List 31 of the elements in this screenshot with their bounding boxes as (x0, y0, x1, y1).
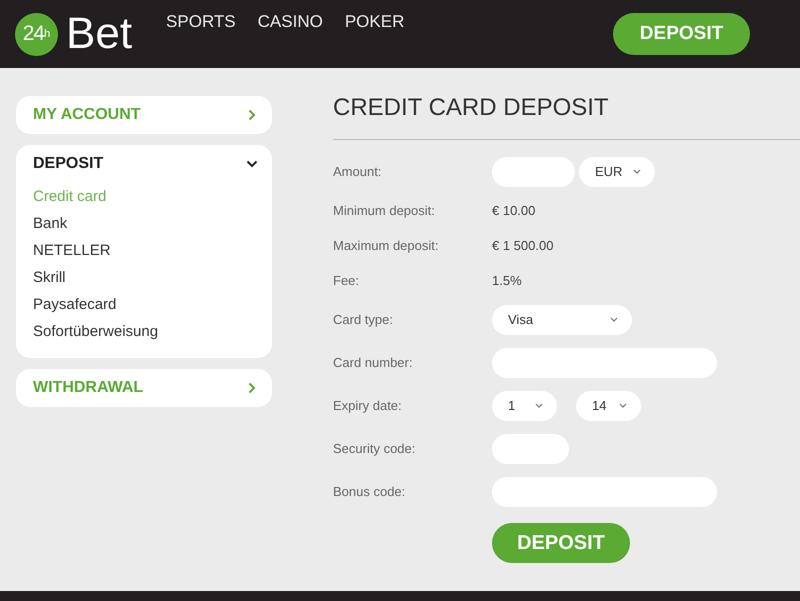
field-label: Card number: (333, 355, 414, 370)
field-label: Expiry date: (333, 398, 403, 413)
dropdown[interactable]: 14 (576, 390, 641, 420)
field-value: € 10.00 (492, 203, 536, 218)
chevron-down-icon (619, 403, 627, 408)
field-label: Minimum deposit: (333, 203, 436, 218)
chevron-down-icon (535, 403, 543, 408)
dropdown[interactable]: Visa (492, 304, 632, 334)
chevron-down-icon (633, 169, 641, 174)
sidebar-section-header[interactable]: DEPOSIT (16, 145, 272, 183)
logo-text[interactable]: Bet (66, 12, 132, 56)
sidebar-item[interactable]: Bank (33, 210, 68, 237)
nav-link[interactable]: CASINO (258, 11, 323, 33)
field-label: Bonus code: (333, 484, 406, 499)
sidebar-item[interactable]: Sofortüberweisung (33, 318, 158, 345)
sidebar-item[interactable]: Skrill (33, 264, 66, 291)
field-label: Fee: (333, 273, 360, 288)
field-value: 1.5% (492, 273, 522, 288)
page-title: CREDIT CARD DEPOSIT (333, 96, 610, 120)
chevron-down-icon (610, 317, 618, 322)
field-value: € 1 500.00 (492, 238, 554, 253)
nav-link[interactable]: POKER (344, 11, 404, 33)
field-label: Maximum deposit: (333, 238, 440, 253)
sidebar-item[interactable]: Paysafecard (33, 291, 116, 318)
field-label: Security code: (333, 441, 416, 456)
nav-link[interactable]: SPORTS (166, 11, 236, 33)
sidebar-item[interactable]: NETELLER (33, 237, 111, 264)
field-label: Amount: (333, 164, 382, 179)
dropdown[interactable]: 1 (492, 390, 557, 420)
dropdown[interactable]: EUR (579, 156, 655, 186)
field-label: Card type: (333, 312, 394, 327)
